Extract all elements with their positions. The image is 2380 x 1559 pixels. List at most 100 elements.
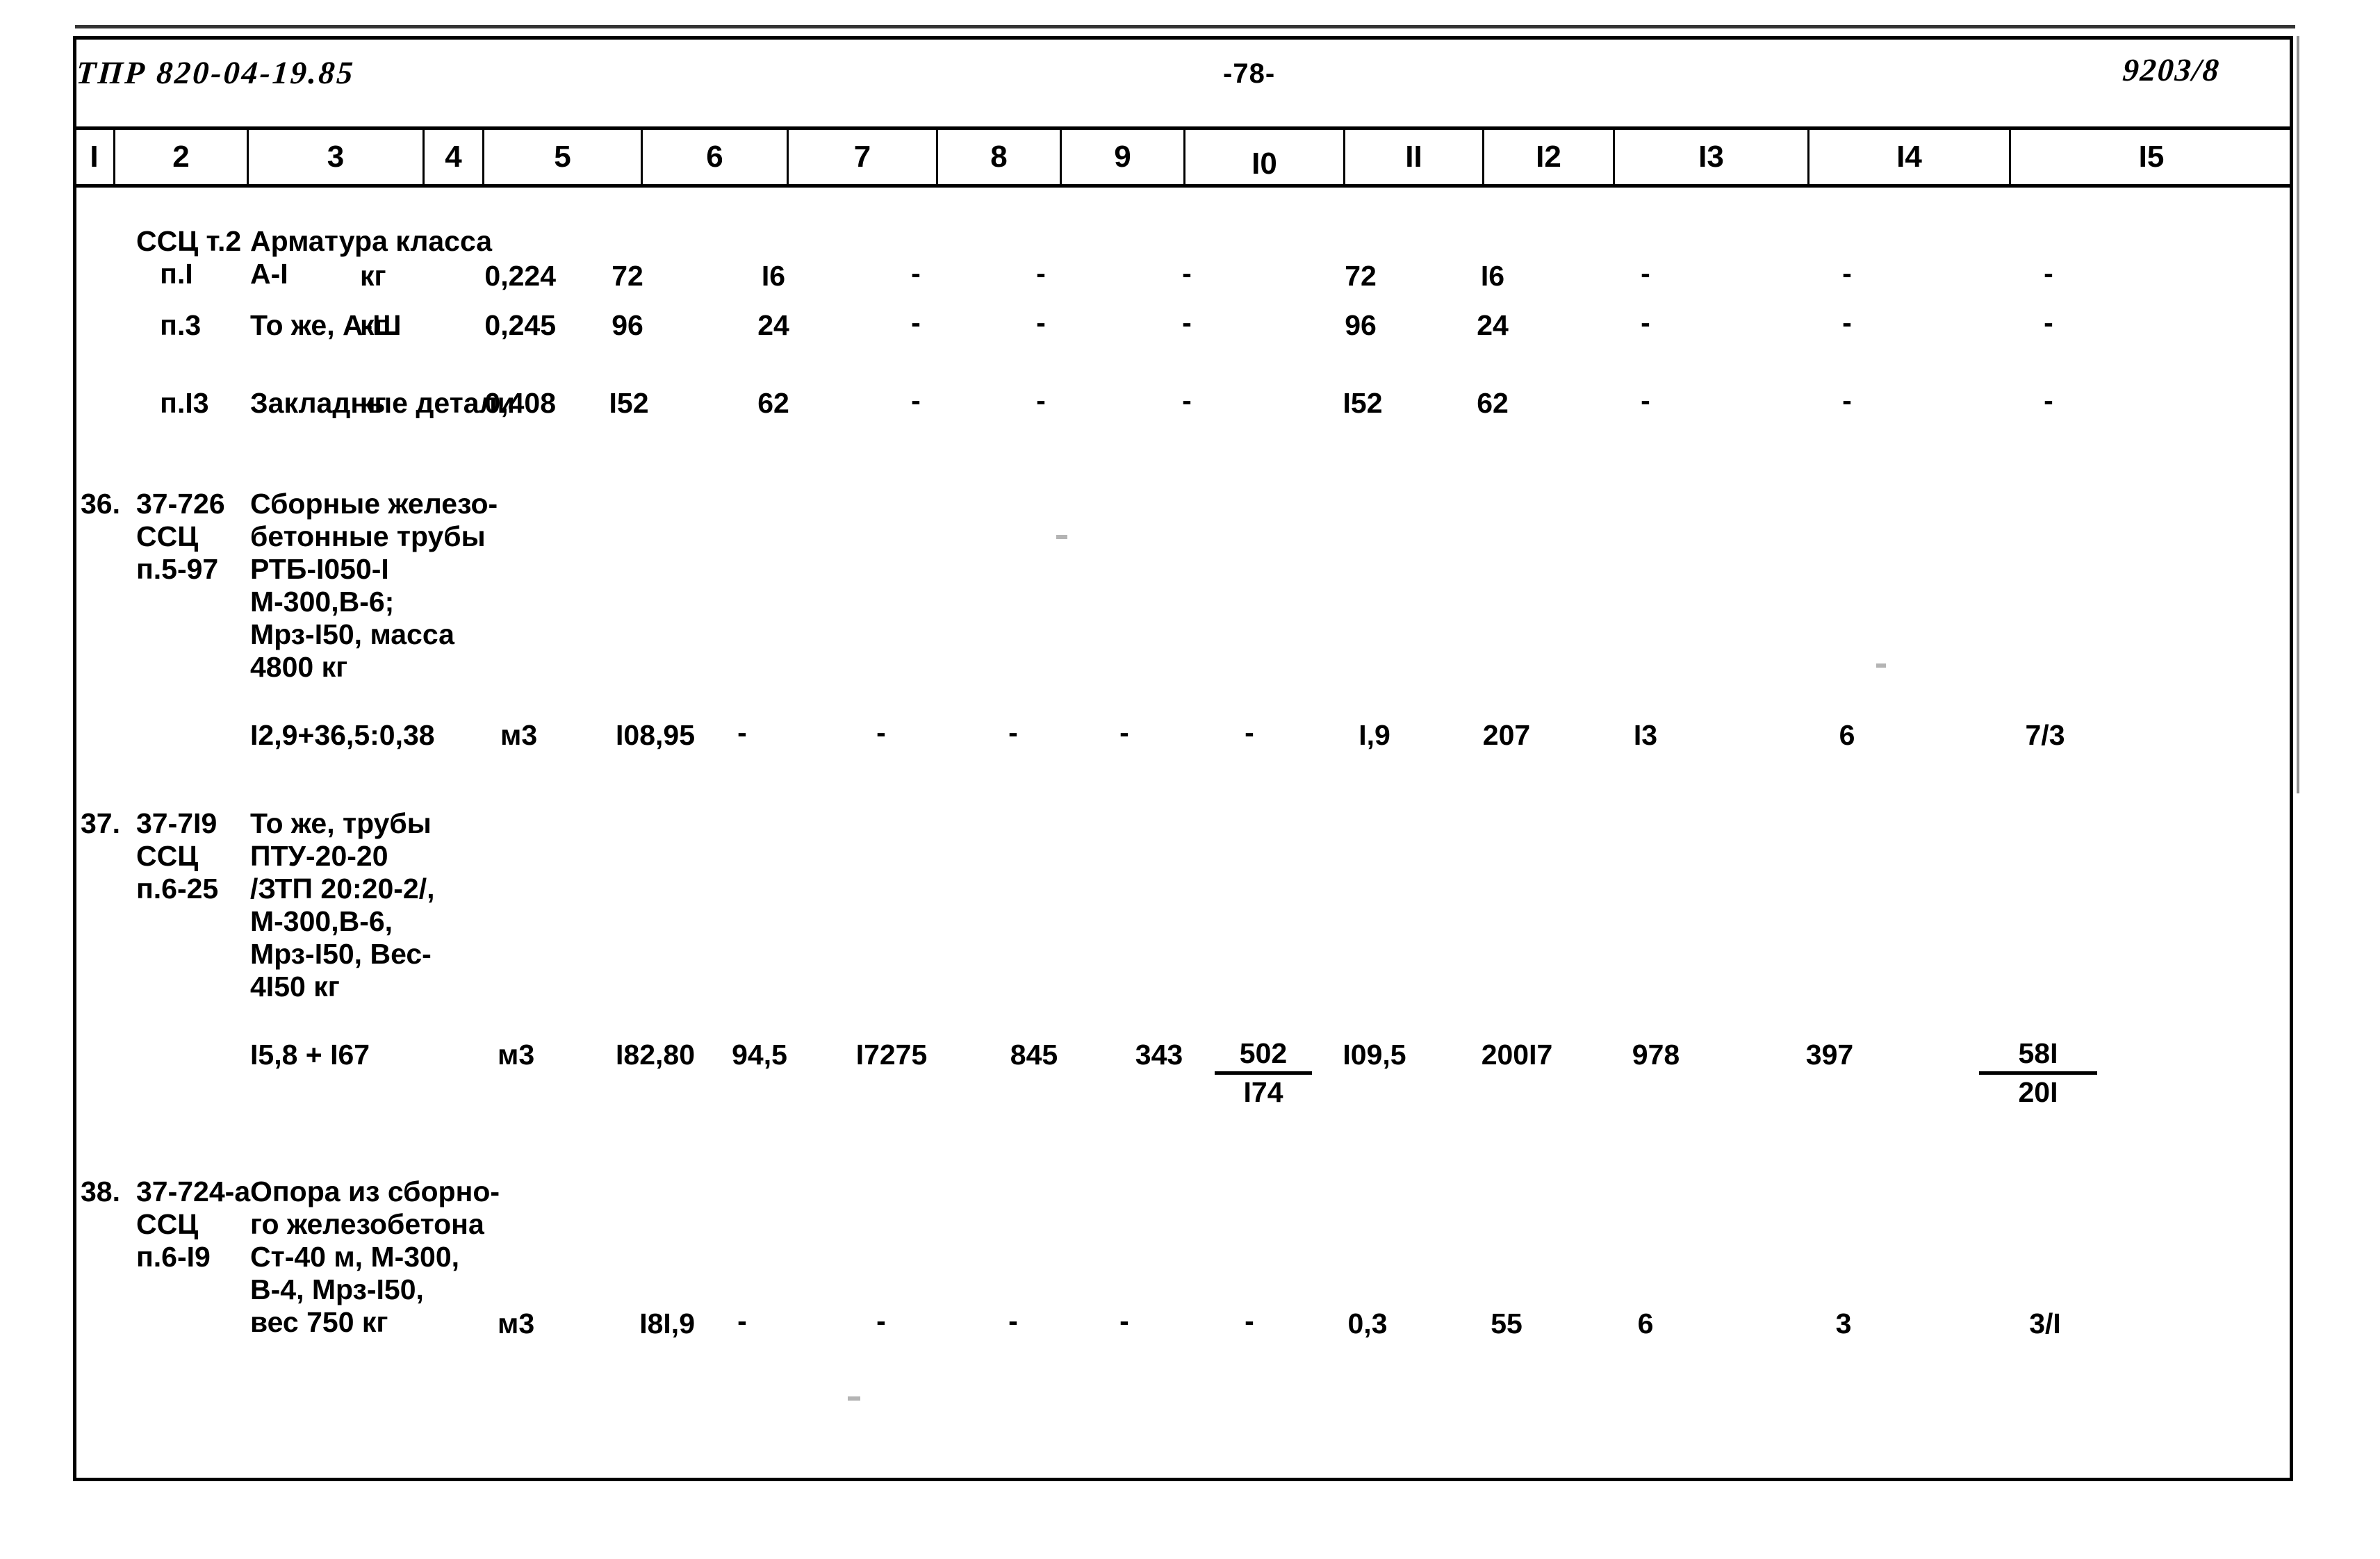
row-col7: -: [876, 1305, 886, 1337]
row-description: Сборные железо- бетонные трубы РТБ-I050-…: [250, 488, 498, 683]
scan-artifact-top-rule: [75, 25, 2295, 28]
column-header-12: I2: [1484, 130, 1615, 184]
row-col6: -: [737, 716, 747, 748]
row-formula: I5,8 + I67: [250, 1039, 370, 1071]
row-col11: 72: [1345, 260, 1377, 292]
column-header-6: 6: [643, 130, 789, 184]
column-header-9: 9: [1062, 130, 1185, 184]
row-col7: 24: [757, 309, 789, 341]
row-col12: 55: [1491, 1308, 1523, 1339]
fraction-bar: [1215, 1071, 1312, 1075]
row-code: 37-726 ССЦ п.5-97: [136, 488, 225, 585]
row-col14: -: [1842, 257, 1852, 289]
row-col7: I7275: [855, 1039, 928, 1071]
row-col15-denominator: 20I: [2018, 1076, 2058, 1108]
row-col14: -: [1842, 306, 1852, 338]
column-header-5: 5: [484, 130, 643, 184]
row-col11: I52: [1343, 387, 1383, 419]
row-code: п.I3: [136, 387, 209, 419]
column-header-15: I5: [2138, 140, 2165, 174]
row-unit: кг: [360, 260, 386, 292]
column-header-13: I3: [1615, 130, 1809, 184]
row-col13: -: [1641, 257, 1650, 289]
row-col9: -: [1036, 384, 1046, 416]
row-formula: I2,9+36,5:0,38: [250, 719, 435, 751]
row-col8: -: [911, 306, 921, 338]
row-col5: 0,408: [484, 387, 556, 419]
row-number: 37.: [81, 807, 120, 839]
row-col11: I,9: [1359, 719, 1390, 751]
row-number: 36.: [81, 488, 120, 520]
scan-speck: [848, 1396, 860, 1401]
row-col13: -: [1641, 384, 1650, 416]
row-col6: 96: [612, 309, 643, 341]
column-header-10: I0: [1185, 130, 1345, 184]
row-col9: -: [1036, 306, 1046, 338]
table-column-header-row: I 2 3 4 5 6 7 8 9 I0 II I2 I3 I4 I5: [75, 126, 2292, 188]
row-col10: -: [1245, 716, 1254, 748]
row-col15: 3/I: [2029, 1308, 2061, 1339]
column-header-1: I: [75, 130, 115, 184]
row-unit: кг: [360, 387, 386, 419]
row-col13: I3: [1633, 719, 1658, 751]
row-col9: 343: [1135, 1039, 1183, 1071]
row-col11: 96: [1345, 309, 1377, 341]
row-col12: 200I7: [1481, 1039, 1553, 1071]
column-header-4: 4: [425, 130, 484, 184]
row-col11: I09,5: [1343, 1039, 1406, 1071]
row-col8: -: [1008, 1305, 1018, 1337]
row-description: Опора из сборно- го железобетона Ст-40 м…: [250, 1176, 500, 1338]
row-col12: 24: [1477, 309, 1509, 341]
row-col11: 0,3: [1347, 1308, 1388, 1339]
row-col10-denominator: I74: [1243, 1076, 1283, 1108]
scan-speck: [1876, 663, 1886, 668]
row-col15: -: [2044, 306, 2053, 338]
row-col5: 0,224: [484, 260, 556, 292]
row-col6: -: [737, 1305, 747, 1337]
row-description: То же, трубы ПТУ-20-20 /ЗТП 20:20-2/, М-…: [250, 807, 435, 1003]
row-col12: 207: [1482, 719, 1531, 751]
row-col15: 7/3: [2025, 719, 2065, 751]
row-col8: 845: [1010, 1039, 1058, 1071]
row-col10-fraction: 502 I74: [1215, 1037, 1312, 1108]
row-col13: 6: [1637, 1308, 1654, 1339]
page-number: -78-: [1223, 58, 1276, 89]
row-col14: -: [1842, 384, 1852, 416]
column-header-3: 3: [249, 130, 425, 184]
column-header-11: II: [1345, 130, 1484, 184]
column-header-2: 2: [115, 130, 249, 184]
row-unit: м3: [500, 719, 538, 751]
column-header-14: I4: [1809, 130, 2011, 184]
row-code: 37-7I9 ССЦ п.6-25: [136, 807, 219, 905]
row-col12: 62: [1477, 387, 1509, 419]
row-code: 37-724-а ССЦ п.6-I9: [136, 1176, 251, 1273]
row-col15: -: [2044, 384, 2053, 416]
row-col6: 94,5: [732, 1039, 787, 1071]
row-col15-numerator: 58I: [2018, 1037, 2058, 1069]
row-col7: -: [876, 716, 886, 748]
row-col8: -: [911, 384, 921, 416]
row-col10: -: [1182, 306, 1192, 338]
row-col13: 978: [1632, 1039, 1680, 1071]
scan-speck: [1056, 535, 1067, 539]
row-col14: 397: [1805, 1039, 1854, 1071]
row-col9: -: [1119, 1305, 1129, 1337]
row-col13: -: [1641, 306, 1650, 338]
row-col6: 72: [612, 260, 643, 292]
row-col5: 0,245: [484, 309, 556, 341]
row-number: 38.: [81, 1176, 120, 1207]
row-code: п.3: [136, 309, 202, 341]
row-col10: -: [1182, 384, 1192, 416]
table-body: ССЦ т.2 п.I Арматура класса А-I кг 0,224…: [75, 189, 2292, 1480]
document-code: ТПР 820-04-19.85: [75, 55, 356, 90]
fraction-bar: [1979, 1071, 2097, 1075]
row-col5: I8I,9: [639, 1308, 695, 1339]
row-col9: -: [1119, 716, 1129, 748]
column-header-8: 8: [938, 130, 1062, 184]
row-col8: -: [1008, 716, 1018, 748]
column-header-7: 7: [789, 130, 938, 184]
row-col6: I52: [609, 387, 649, 419]
row-col14: 3: [1835, 1308, 1852, 1339]
scan-artifact-right-rule: [2297, 36, 2299, 793]
row-col5: I82,80: [616, 1039, 695, 1071]
